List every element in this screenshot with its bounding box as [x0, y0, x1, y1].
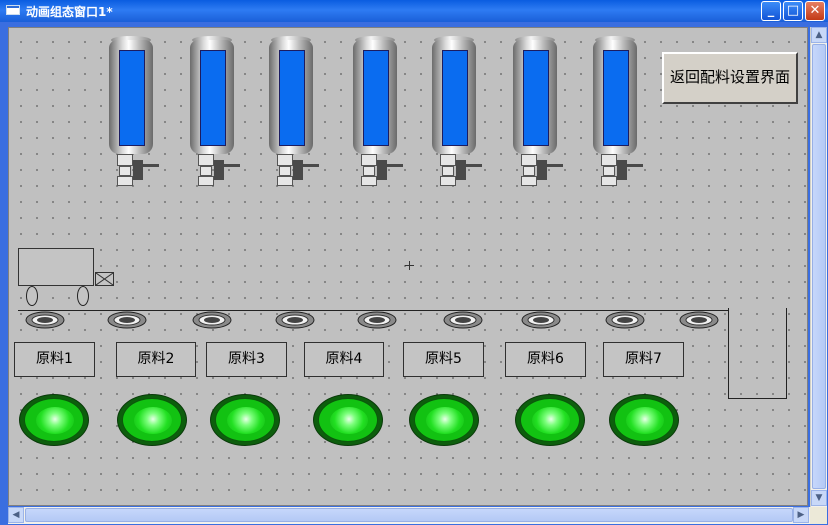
material-label-1[interactable]: 原料1: [14, 342, 95, 377]
material-label-6[interactable]: 原料6: [505, 342, 586, 377]
wheel-icon: [26, 286, 38, 306]
roller-icon: [192, 311, 232, 329]
roller-icon: [357, 311, 397, 329]
valve-icon[interactable]: [601, 154, 645, 188]
material-label-2[interactable]: 原料2: [116, 342, 196, 377]
material-label-7[interactable]: 原料7: [603, 342, 684, 377]
truck-cab: [95, 272, 114, 286]
animation-canvas[interactable]: 返回配料设置界面 原料1 原料2 原料3 原料4 原料5 原料6 原料7: [8, 27, 808, 506]
indicator-lamp-icon[interactable]: [409, 394, 479, 446]
valve-icon[interactable]: [521, 154, 565, 188]
discharge-chute: [728, 308, 787, 399]
tank-level: [603, 50, 629, 146]
return-to-batching-settings-button[interactable]: 返回配料设置界面: [662, 52, 798, 104]
horizontal-scroll-thumb[interactable]: [25, 508, 793, 522]
valve-icon[interactable]: [117, 154, 161, 188]
minimize-button[interactable]: _: [761, 1, 781, 21]
tank-level: [200, 50, 226, 146]
window-title: 动画组态窗口1*: [26, 5, 113, 19]
tank[interactable]: [353, 36, 403, 186]
vertical-scroll-thumb[interactable]: [812, 44, 826, 489]
material-label-5[interactable]: 原料5: [403, 342, 484, 377]
tank-level: [442, 50, 468, 146]
valve-icon[interactable]: [440, 154, 484, 188]
wheel-icon: [77, 286, 89, 306]
vertical-scrollbar[interactable]: ▲ ▼: [810, 27, 827, 507]
scroll-up-arrow-icon[interactable]: ▲: [811, 27, 827, 43]
scroll-left-arrow-icon[interactable]: ◀: [8, 507, 24, 523]
roller-icon: [25, 311, 65, 329]
indicator-lamp-icon[interactable]: [515, 394, 585, 446]
indicator-lamp-icon[interactable]: [210, 394, 280, 446]
tank-level: [523, 50, 549, 146]
scroll-right-arrow-icon[interactable]: ▶: [793, 507, 809, 523]
tank[interactable]: [513, 36, 563, 186]
tank[interactable]: [432, 36, 482, 186]
title-bar: 动画组态窗口1* _ □ ✕: [0, 0, 828, 22]
indicator-lamp-icon[interactable]: [19, 394, 89, 446]
material-label-4[interactable]: 原料4: [304, 342, 384, 377]
scroll-down-arrow-icon[interactable]: ▼: [811, 490, 827, 506]
roller-icon: [107, 311, 147, 329]
roller-icon: [443, 311, 483, 329]
roller-icon: [275, 311, 315, 329]
indicator-lamp-icon[interactable]: [609, 394, 679, 446]
tank[interactable]: [593, 36, 643, 186]
tank[interactable]: [109, 36, 159, 186]
maximize-button[interactable]: □: [783, 1, 803, 21]
indicator-lamp-icon[interactable]: [313, 394, 383, 446]
resize-grip[interactable]: [810, 507, 827, 524]
truck-icon[interactable]: [18, 248, 94, 286]
roller-icon: [605, 311, 645, 329]
tank[interactable]: [269, 36, 319, 186]
close-button[interactable]: ✕: [805, 1, 825, 21]
tank-level: [119, 50, 145, 146]
material-label-3[interactable]: 原料3: [206, 342, 287, 377]
tank[interactable]: [190, 36, 240, 186]
valve-icon[interactable]: [361, 154, 405, 188]
indicator-lamp-icon[interactable]: [117, 394, 187, 446]
valve-icon[interactable]: [198, 154, 242, 188]
roller-icon: [679, 311, 719, 329]
crosshair-cursor-icon: [405, 261, 414, 270]
roller-icon: [521, 311, 561, 329]
tank-level: [279, 50, 305, 146]
valve-icon[interactable]: [277, 154, 321, 188]
tank-level: [363, 50, 389, 146]
window-icon: [6, 5, 20, 15]
horizontal-scrollbar[interactable]: ◀ ▶: [8, 507, 810, 524]
